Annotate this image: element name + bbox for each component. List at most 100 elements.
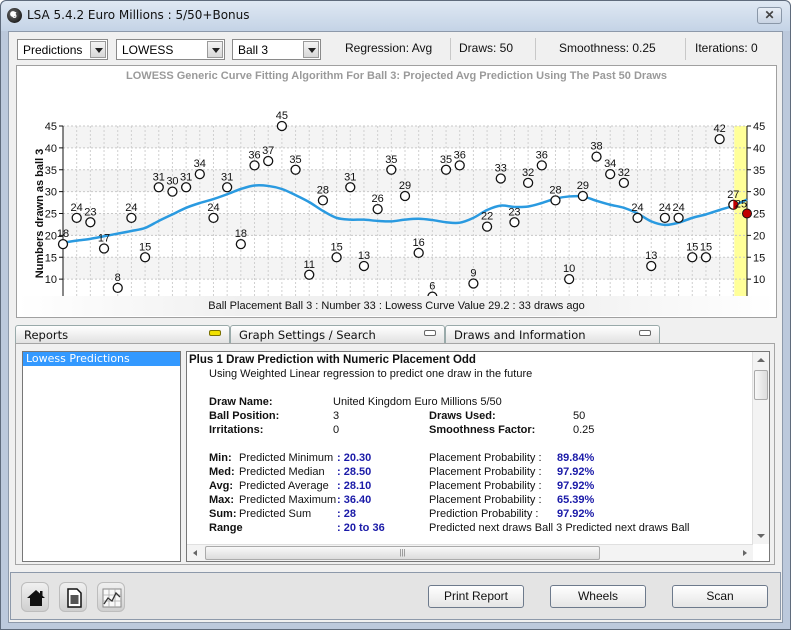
bottom-bar: Print Report Wheels Scan <box>10 572 781 620</box>
data-point[interactable] <box>646 260 657 272</box>
data-point[interactable] <box>153 182 164 193</box>
document-button[interactable] <box>59 582 87 612</box>
data-point[interactable] <box>495 173 506 184</box>
data-point[interactable] <box>509 217 520 228</box>
data-point[interactable] <box>112 282 123 294</box>
data-point[interactable] <box>222 182 233 193</box>
scroll-down-icon[interactable] <box>757 534 765 538</box>
tab-draws-info[interactable]: Draws and Information <box>445 325 660 343</box>
data-point[interactable] <box>71 212 82 224</box>
chevron-down-icon[interactable] <box>90 41 106 58</box>
data-point[interactable] <box>276 120 288 132</box>
scroll-up-icon[interactable] <box>757 358 765 362</box>
data-label: 15 <box>700 241 712 253</box>
data-label: 28 <box>317 184 329 196</box>
data-point[interactable] <box>372 203 383 215</box>
pin-icon[interactable] <box>424 330 436 336</box>
report-list-item[interactable]: Lowess Predictions <box>23 352 180 366</box>
tab-graph-settings[interactable]: Graph Settings / Search <box>230 325 445 343</box>
data-point[interactable] <box>57 238 69 250</box>
data-point[interactable] <box>454 160 465 171</box>
data-point[interactable] <box>659 212 671 224</box>
data-point[interactable] <box>331 252 342 263</box>
pin-icon[interactable] <box>639 330 651 336</box>
horizontal-scrollbar[interactable]: ||| <box>187 544 753 561</box>
data-point[interactable] <box>440 164 452 175</box>
data-point[interactable] <box>249 160 260 171</box>
data-point[interactable] <box>577 190 588 202</box>
scroll-thumb[interactable]: ||| <box>205 546 600 560</box>
mode-select[interactable]: Predictions <box>17 39 108 60</box>
report-list[interactable]: Lowess Predictions <box>22 351 181 562</box>
report-text[interactable]: Plus 1 Draw Prediction with Numeric Plac… <box>186 351 770 562</box>
data-point[interactable] <box>618 177 630 189</box>
chevron-down-icon[interactable] <box>303 41 319 58</box>
ball-select[interactable]: Ball 3 <box>232 39 321 60</box>
data-point[interactable] <box>522 177 534 189</box>
data-point[interactable] <box>700 252 712 263</box>
wheels-button[interactable]: Wheels <box>550 585 646 608</box>
data-point[interactable] <box>139 252 151 263</box>
vertical-scrollbar[interactable] <box>752 352 769 544</box>
algorithm-select[interactable]: LOWESS <box>116 39 225 60</box>
data-point[interactable] <box>235 238 246 250</box>
data-point[interactable] <box>345 182 356 193</box>
data-label: 38 <box>590 141 602 153</box>
data-point[interactable] <box>317 195 329 206</box>
data-point[interactable] <box>714 133 725 145</box>
draws-label: Draws: 50 <box>459 41 514 55</box>
data-point[interactable] <box>85 217 96 228</box>
data-point[interactable] <box>550 195 561 206</box>
y-tick-label-right: 30 <box>753 187 765 199</box>
chart-button[interactable] <box>97 582 125 612</box>
data-point[interactable] <box>167 186 178 197</box>
data-label: 6 <box>429 281 435 293</box>
data-point[interactable] <box>687 252 698 263</box>
scroll-right-icon[interactable] <box>743 550 747 556</box>
data-point[interactable] <box>290 164 301 175</box>
data-point[interactable] <box>208 212 219 224</box>
print-report-button[interactable]: Print Report <box>428 585 524 608</box>
close-button[interactable]: ✕ <box>757 7 782 24</box>
data-point[interactable] <box>98 243 110 254</box>
home-button[interactable] <box>21 582 49 612</box>
data-label: 34 <box>194 158 206 170</box>
data-point[interactable] <box>263 155 274 167</box>
data-point[interactable] <box>399 190 411 202</box>
data-point[interactable] <box>386 164 397 175</box>
data-label: 31 <box>153 171 165 183</box>
scan-button[interactable]: Scan <box>672 585 768 608</box>
data-point[interactable] <box>564 273 575 285</box>
probability-label: Placement Probability : <box>429 480 542 492</box>
data-point[interactable] <box>468 278 479 289</box>
stat-label: Predicted Maximum <box>239 494 337 506</box>
y-tick-label-right: 10 <box>753 274 765 286</box>
data-point[interactable] <box>180 182 192 193</box>
chevron-down-icon[interactable] <box>207 41 223 58</box>
data-point[interactable] <box>413 247 424 259</box>
probability-value: 97.92% <box>557 466 595 478</box>
data-point[interactable] <box>358 260 370 272</box>
data-point[interactable] <box>126 212 137 224</box>
data-point[interactable] <box>304 269 315 280</box>
data-point[interactable] <box>591 151 602 162</box>
data-point[interactable] <box>632 212 643 224</box>
title-bar[interactable]: 5 LSA 5.4.2 Euro Millions : 5/50+Bonus ✕ <box>1 1 790 31</box>
probability-label: Placement Probability : <box>429 452 542 464</box>
data-label: 16 <box>413 237 425 249</box>
scroll-thumb[interactable] <box>754 370 768 400</box>
lowess-chart[interactable]: 5510101515202025253030353540404545504948… <box>17 66 778 298</box>
next-draws-text: Predicted next draws Ball 3 Predicted ne… <box>429 522 690 534</box>
data-point[interactable] <box>605 168 616 180</box>
pin-icon[interactable] <box>209 330 221 336</box>
smoothness-factor-label: Smoothness Factor: <box>429 424 536 436</box>
data-label: 24 <box>659 202 671 214</box>
data-label: 23 <box>84 206 96 218</box>
data-point[interactable] <box>481 221 493 232</box>
data-point[interactable] <box>194 168 205 180</box>
data-point[interactable] <box>673 212 684 224</box>
data-point[interactable] <box>536 160 547 171</box>
draw-name-value: United Kingdom Euro Millions 5/50 <box>333 396 502 408</box>
scroll-left-icon[interactable] <box>193 550 197 556</box>
tab-reports[interactable]: Reports <box>15 325 230 343</box>
